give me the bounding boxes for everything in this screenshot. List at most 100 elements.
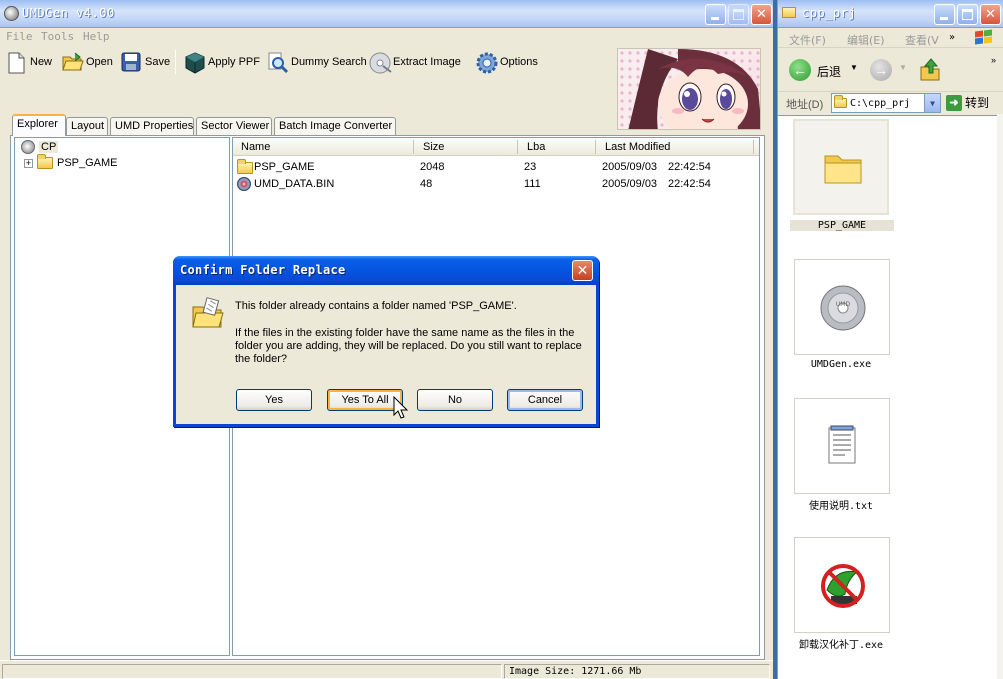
- close-button[interactable]: ✕: [980, 4, 1001, 25]
- tab-batch-image-converter[interactable]: Batch Image Converter: [274, 117, 396, 135]
- minimize-button[interactable]: [934, 4, 955, 25]
- cancel-button[interactable]: Cancel: [507, 389, 583, 411]
- file-item-psp-game[interactable]: [793, 119, 889, 215]
- tab-sector-viewer[interactable]: Sector Viewer: [196, 117, 272, 135]
- chevron-down-icon[interactable]: ▼: [850, 63, 858, 72]
- address-input[interactable]: C:\cpp_prj ▼: [831, 93, 941, 113]
- menu-view[interactable]: 查看(V: [905, 32, 939, 48]
- go-button[interactable]: ➜ 转到: [946, 94, 989, 111]
- row-size: 48: [420, 178, 433, 190]
- column-lba[interactable]: Lba: [527, 141, 545, 153]
- new-document-icon: [6, 52, 26, 74]
- column-size[interactable]: Size: [423, 141, 444, 153]
- window-title: UMDGen v4.00: [22, 6, 115, 20]
- maximize-button[interactable]: [728, 4, 749, 25]
- umdgen-titlebar[interactable]: UMDGen v4.00 ✕: [0, 0, 773, 28]
- chevron-down-icon[interactable]: ▼: [924, 94, 940, 112]
- anime-banner-image: [617, 48, 761, 130]
- close-icon: ✕: [756, 7, 767, 22]
- address-bar: 地址(D) C:\cpp_prj ▼ ➜ 转到: [778, 92, 1003, 114]
- forward-arrow-icon[interactable]: →: [870, 59, 892, 81]
- file-name: PSP_GAME: [790, 220, 894, 231]
- yes-button[interactable]: Yes: [236, 389, 312, 411]
- column-separator[interactable]: [517, 140, 518, 154]
- open-button[interactable]: Open: [62, 49, 113, 75]
- toolbar-separator: [175, 50, 176, 74]
- tree-root[interactable]: CP: [21, 140, 59, 154]
- file-name: 使用说明.txt: [808, 501, 874, 512]
- close-icon: ✕: [985, 7, 996, 22]
- back-arrow-icon[interactable]: ←: [789, 59, 811, 81]
- image-size-status: Image Size: 1271.66 Mb: [509, 666, 642, 677]
- chevron-right-icon[interactable]: »: [991, 55, 996, 65]
- apply-ppf-button[interactable]: Apply PPF: [184, 49, 260, 75]
- menubar: File Tools Help: [0, 28, 775, 46]
- text-file-icon: [828, 425, 856, 464]
- menu-help[interactable]: Help: [83, 30, 110, 43]
- chevron-right-icon[interactable]: »: [949, 32, 955, 43]
- yes-to-all-button[interactable]: Yes To All: [327, 389, 403, 411]
- save-button[interactable]: Save: [121, 49, 170, 75]
- table-row[interactable]: PSP_GAME 2048 23 2005/09/03 22:42:54: [233, 159, 759, 176]
- back-label[interactable]: 后退: [817, 63, 841, 80]
- folder-icon: [782, 7, 796, 18]
- address-label: 地址(D): [786, 99, 824, 111]
- extract-image-button[interactable]: Extract Image: [369, 49, 461, 75]
- dialog-message-line2b: folder you are adding, they will be repl…: [235, 340, 582, 352]
- menu-file[interactable]: 文件(F): [789, 32, 826, 48]
- maximize-icon: [962, 9, 973, 20]
- mouse-pointer-icon: [393, 395, 409, 420]
- vertical-scrollbar[interactable]: [997, 114, 1003, 679]
- folder-icon: [37, 154, 53, 169]
- folder-up-icon[interactable]: [919, 58, 941, 82]
- tab-explorer[interactable]: Explorer: [12, 114, 66, 136]
- open-label: Open: [86, 56, 113, 68]
- column-separator[interactable]: [595, 140, 596, 154]
- column-separator[interactable]: [413, 140, 414, 154]
- close-button[interactable]: ✕: [751, 4, 772, 25]
- row-name: UMD_DATA.BIN: [254, 178, 335, 190]
- column-name[interactable]: Name: [241, 141, 270, 153]
- dialog-close-button[interactable]: ✕: [572, 260, 593, 281]
- extract-image-label: Extract Image: [393, 56, 461, 68]
- main-toolbar: New Open Save Apply PPF Dummy Search Ext…: [0, 46, 616, 78]
- new-button[interactable]: New: [6, 49, 52, 75]
- explorer-content[interactable]: PSP_GAME UMD UMDGen.exe 使用说明.txt 卸载汉化补丁.…: [778, 115, 1003, 679]
- tab-umd-properties[interactable]: UMD Properties: [110, 117, 194, 135]
- no-button[interactable]: No: [417, 389, 493, 411]
- expand-icon[interactable]: +: [24, 158, 33, 168]
- file-item-readme-txt[interactable]: [794, 398, 890, 494]
- status-cell: [2, 664, 502, 679]
- save-label: Save: [145, 56, 171, 68]
- explorer-titlebar[interactable]: cpp_prj ✕: [778, 0, 1003, 28]
- umd-disc-icon: UMD: [820, 285, 866, 331]
- dummy-search-label: Dummy Search: [291, 56, 367, 68]
- disc-extract-icon: [369, 52, 392, 74]
- chevron-down-icon[interactable]: ▼: [899, 63, 907, 72]
- row-date: 2005/09/03: [602, 161, 658, 173]
- menu-tools[interactable]: Tools: [41, 30, 74, 43]
- file-name: UMDGen.exe: [810, 359, 872, 370]
- dialog-title: Confirm Folder Replace: [180, 263, 346, 277]
- table-row[interactable]: UMD_DATA.BIN 48 111 2005/09/03 22:42:54: [233, 176, 759, 193]
- file-item-umdgen-exe[interactable]: UMD: [794, 259, 890, 355]
- options-button[interactable]: Options: [476, 49, 538, 75]
- options-label: Options: [500, 56, 538, 68]
- dialog-message-line2a: If the files in the existing folder have…: [235, 327, 575, 339]
- column-last-modified[interactable]: Last Modified: [605, 141, 670, 153]
- minimize-button[interactable]: [705, 4, 726, 25]
- explorer-menubar: 文件(F) 编辑(E) 查看(V »: [778, 28, 1003, 48]
- maximize-button[interactable]: [957, 4, 978, 25]
- dialog-titlebar[interactable]: Confirm Folder Replace ✕: [173, 256, 599, 285]
- folder-icon: [237, 159, 253, 177]
- dummy-search-button[interactable]: Dummy Search: [267, 49, 367, 75]
- menu-edit[interactable]: 编辑(E): [847, 32, 885, 48]
- tab-layout[interactable]: Layout: [66, 117, 108, 135]
- tree-item-label: PSP_GAME: [57, 157, 118, 169]
- file-item-uninstall-exe[interactable]: [794, 537, 890, 633]
- explorer-title: cpp_prj: [802, 6, 857, 20]
- open-folder-icon: [62, 52, 84, 72]
- tree-item-psp-game[interactable]: + PSP_GAME: [24, 154, 118, 169]
- column-separator[interactable]: [753, 140, 754, 154]
- menu-file[interactable]: File: [6, 30, 33, 43]
